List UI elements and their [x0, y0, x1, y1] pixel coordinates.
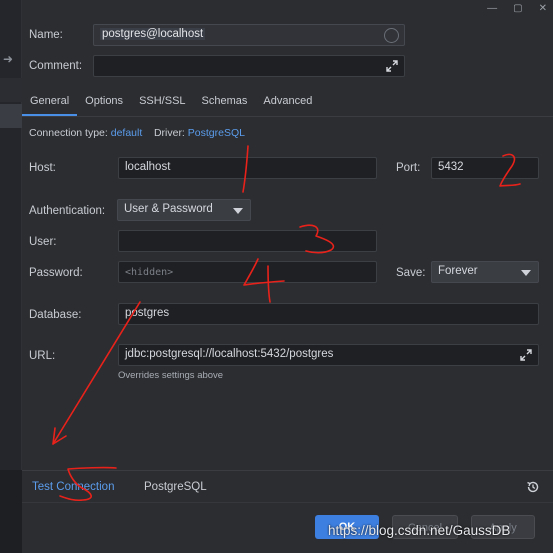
arrow-right-icon[interactable]: ➜ — [3, 52, 17, 66]
tab-advanced[interactable]: Advanced — [255, 86, 320, 116]
close-icon[interactable]: ✕ — [539, 3, 547, 14]
data-source-dialog: Name: postgres@localhost Comment: Genera… — [22, 0, 553, 553]
url-label: URL: — [29, 350, 56, 362]
comment-label: Comment: — [29, 60, 83, 72]
expand-icon[interactable] — [385, 59, 399, 73]
host-label: Host: — [29, 162, 56, 174]
test-connection-link[interactable]: Test Connection — [32, 481, 114, 493]
tab-options[interactable]: Options — [77, 86, 131, 116]
connection-type-link[interactable]: default — [111, 127, 143, 139]
comment-field[interactable] — [93, 55, 405, 77]
name-label: Name: — [29, 29, 63, 41]
tab-general[interactable]: General — [22, 86, 78, 116]
watermark: https://blog.csdn.net/GaussDB — [328, 523, 511, 538]
driver-label: Driver: — [153, 127, 185, 139]
tab-schemas[interactable]: Schemas — [194, 86, 256, 116]
save-label: Save: — [396, 267, 426, 279]
sidebar-item[interactable] — [0, 78, 22, 102]
url-field[interactable]: jdbc:postgresql://localhost:5432/postgre… — [118, 344, 539, 366]
tabs-divider — [22, 116, 553, 117]
database-label: Database: — [29, 309, 82, 321]
tab-ssh-ssl[interactable]: SSH/SSL — [131, 86, 193, 116]
url-hint: Overrides settings above — [118, 370, 224, 381]
port-field[interactable]: 5432 — [431, 157, 539, 179]
window-controls: — ▢ ✕ — [487, 3, 547, 14]
save-select[interactable]: Forever — [431, 261, 539, 283]
color-circle-icon[interactable] — [384, 28, 399, 43]
sidebar-item-selected[interactable] — [0, 104, 22, 128]
expand-icon[interactable] — [519, 348, 533, 362]
connection-type-label: Connection type: — [29, 127, 108, 139]
maximize-icon[interactable]: ▢ — [513, 3, 522, 14]
bottom-bar: Test Connection PostgreSQL — [22, 470, 553, 502]
port-label: Port: — [396, 162, 421, 174]
left-panel: ➜ — [0, 0, 22, 470]
user-label: User: — [29, 236, 57, 248]
connection-info: Connection type: default Driver: Postgre… — [29, 127, 245, 139]
url-value: jdbc:postgresql://localhost:5432/postgre… — [125, 348, 334, 360]
tab-bar: General Options SSH/SSL Schemas Advanced — [22, 86, 320, 116]
driver-link[interactable]: PostgreSQL — [188, 127, 245, 139]
authentication-select[interactable]: User & Password — [117, 199, 251, 221]
minimize-icon[interactable]: — — [487, 3, 497, 14]
name-value: postgres@localhost — [100, 28, 206, 40]
host-field[interactable]: localhost — [118, 157, 377, 179]
password-label: Password: — [29, 267, 83, 279]
user-field[interactable] — [118, 230, 377, 252]
name-field[interactable]: postgres@localhost — [93, 24, 405, 46]
dialog-footer: OK Cancel Apply https://blog.csdn.net/Ga… — [22, 502, 553, 553]
chevron-down-icon — [521, 270, 531, 276]
password-field[interactable]: <hidden> — [118, 261, 377, 283]
authentication-value: User & Password — [124, 203, 213, 215]
database-field[interactable]: postgres — [118, 303, 539, 325]
driver-settings-link[interactable]: PostgreSQL — [144, 481, 207, 493]
save-value: Forever — [438, 265, 478, 277]
history-icon[interactable] — [525, 479, 541, 495]
chevron-down-icon — [233, 208, 243, 214]
authentication-label: Authentication: — [29, 205, 106, 217]
